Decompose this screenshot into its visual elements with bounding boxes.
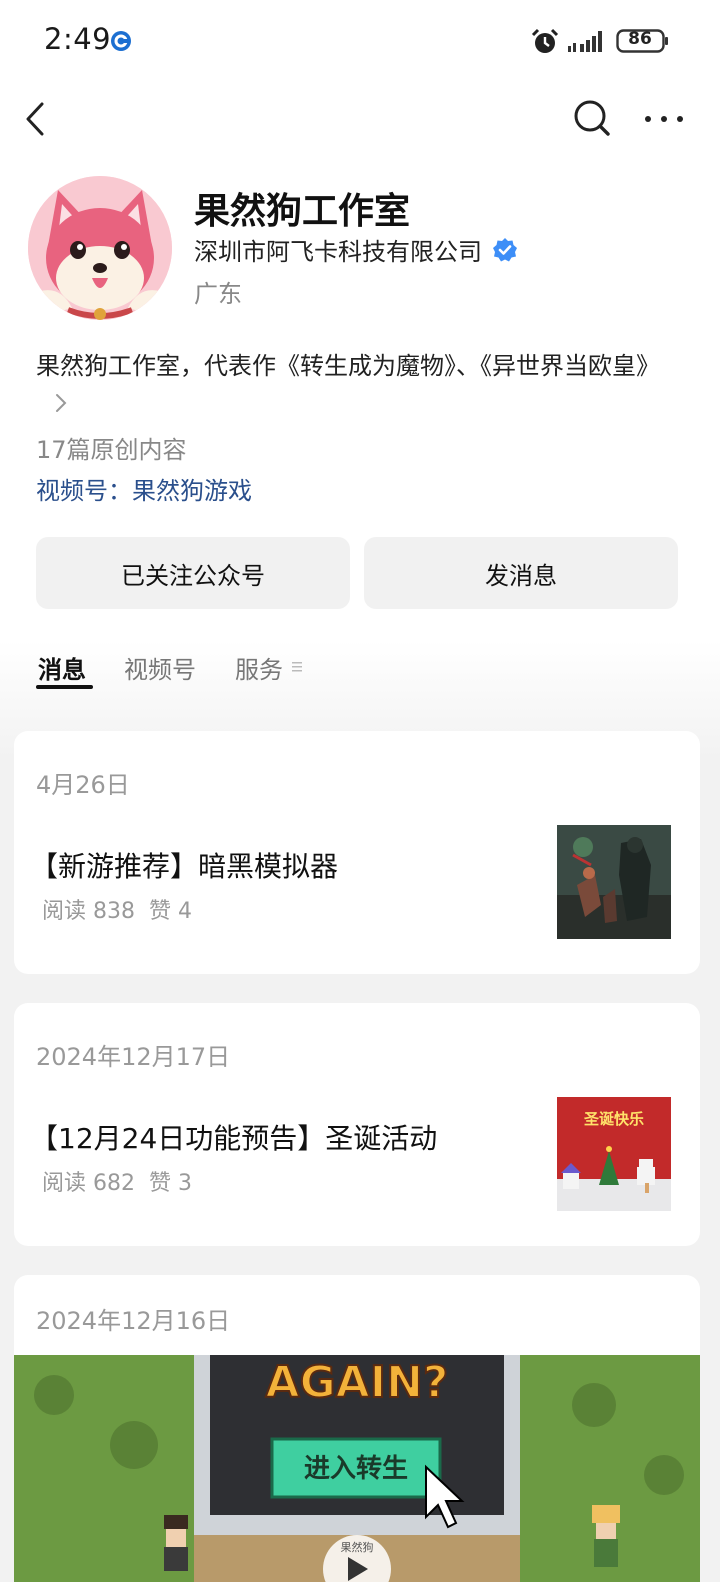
tab-active-indicator xyxy=(36,685,93,689)
post-date: 4月26日 xyxy=(36,771,130,799)
post-reads: 阅读 838 xyxy=(42,899,135,924)
signal-icon xyxy=(568,31,602,52)
christmas-thumbnail-image: 圣诞快乐 xyxy=(557,1097,671,1211)
channel-label: 视频号： xyxy=(36,477,132,505)
post-likes: 赞 4 xyxy=(149,899,192,924)
bio[interactable]: 果然狗工作室，代表作《转生成为魔物》、《异世界当欧皇》 xyxy=(36,348,676,420)
thumbnail-caption: 圣诞快乐 xyxy=(583,1110,644,1128)
channel-name: 果然狗游戏 xyxy=(132,477,252,505)
search-icon[interactable] xyxy=(570,96,614,140)
chevron-right-icon xyxy=(56,394,67,412)
video-cover[interactable]: AGAIN? 进入转生 果然狗 xyxy=(14,1355,700,1582)
dark-fantasy-thumbnail-image xyxy=(557,825,671,939)
post-stats: 阅读 682 赞 3 xyxy=(42,1165,206,1197)
video-post-card[interactable]: 2024年12月16日 AGAIN? 进入转生 果然狗 xyxy=(14,1275,700,1582)
bio-text: 果然狗工作室，代表作《转生成为魔物》、《异世界当欧皇》 xyxy=(36,352,660,380)
tab-channels[interactable]: 视频号 xyxy=(124,650,196,685)
send-message-button[interactable]: 发消息 xyxy=(364,537,678,609)
verified-icon xyxy=(493,237,517,261)
app-notification-icon xyxy=(111,31,131,51)
tab-services[interactable]: 服务 xyxy=(235,650,283,685)
post-date: 2024年12月16日 xyxy=(36,1307,231,1335)
post-stats: 阅读 838 赞 4 xyxy=(42,893,206,925)
pixel-game-video-image: AGAIN? 进入转生 果然狗 xyxy=(14,1355,700,1582)
account-name: 果然狗工作室 xyxy=(194,191,411,232)
avatar[interactable] xyxy=(28,176,172,320)
post-reads: 阅读 682 xyxy=(42,1171,135,1196)
post-likes: 赞 3 xyxy=(149,1171,192,1196)
video-watermark: 果然狗 xyxy=(341,1540,374,1554)
tab-messages[interactable]: 消息 xyxy=(38,650,86,685)
original-content-count[interactable]: 17篇原创内容 xyxy=(36,430,187,465)
video-title-text: AGAIN? xyxy=(266,1357,449,1408)
back-icon[interactable] xyxy=(18,98,58,142)
menu-lines-icon xyxy=(292,662,302,672)
status-time: 2:49 xyxy=(44,22,112,56)
alarm-icon xyxy=(531,28,559,53)
post-date: 2024年12月17日 xyxy=(36,1043,231,1071)
post-card[interactable]: 2024年12月17日 【12月24日功能预告】圣诞活动 阅读 682 赞 3 圣… xyxy=(14,1003,700,1246)
follow-button[interactable]: 已关注公众号 xyxy=(36,537,350,609)
post-title[interactable]: 【新游推荐】暗黑模拟器 xyxy=(30,845,338,885)
battery-level: 86 xyxy=(628,29,652,49)
more-icon[interactable] xyxy=(642,108,686,130)
post-card[interactable]: 4月26日 【新游推荐】暗黑模拟器 阅读 838 赞 4 xyxy=(14,731,700,974)
post-thumbnail[interactable] xyxy=(557,825,671,939)
avatar-dog-image xyxy=(28,176,172,320)
post-title[interactable]: 【12月24日功能预告】圣诞活动 xyxy=(30,1117,437,1157)
company-name: 深圳市阿飞卡科技有限公司 xyxy=(194,238,482,266)
play-icon[interactable] xyxy=(342,1553,372,1582)
company-row[interactable]: 深圳市阿飞卡科技有限公司 xyxy=(194,232,518,267)
video-button-text: 进入转生 xyxy=(304,1454,408,1484)
region-label: 广东 xyxy=(194,280,242,308)
post-thumbnail[interactable]: 圣诞快乐 xyxy=(557,1097,671,1211)
status-bar: 2:49 86 xyxy=(0,0,720,84)
channel-link[interactable]: 视频号：果然狗游戏 xyxy=(36,471,252,506)
